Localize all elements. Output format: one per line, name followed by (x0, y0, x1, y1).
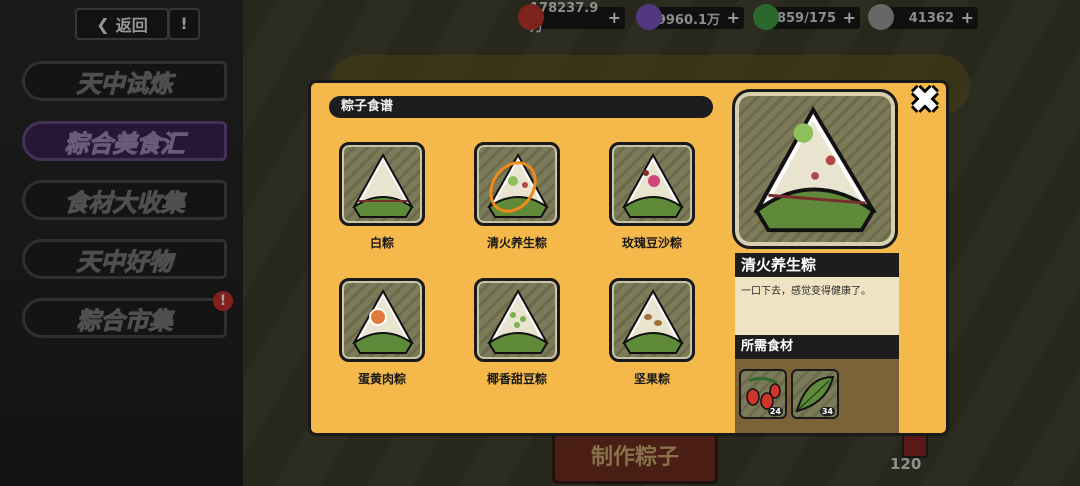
selected-recipe-preview (732, 89, 898, 249)
recipe-label: 玫瑰豆沙粽 (621, 236, 682, 250)
recipe-item-coconut-bean[interactable]: 椰香甜豆粽 (462, 278, 572, 387)
recipe-label: 坚果粽 (633, 372, 670, 386)
zongzi-plain-icon (352, 152, 414, 218)
ingredient-leaf[interactable]: 34 (791, 369, 839, 419)
recipe-item-rose[interactable]: 玫瑰豆沙粽 (597, 142, 707, 251)
zongzi-egg-yolk-icon (352, 288, 414, 354)
zongzi-herbal-large-icon (753, 105, 877, 233)
ingredients-title: 所需食材 (735, 335, 899, 359)
recipe-label: 蛋黄肉粽 (357, 372, 406, 386)
ingredient-count: 24 (767, 407, 783, 416)
recipe-frame (474, 278, 560, 362)
modal-title: 粽子食谱 (329, 96, 713, 118)
ingredient-goji[interactable]: 24 (739, 369, 787, 419)
recipe-item-egg-yolk-meat[interactable]: 蛋黄肉粽 (327, 278, 437, 387)
recipe-frame (339, 278, 425, 362)
close-icon[interactable]: ✖ (905, 83, 945, 119)
selected-recipe-description: 一口下去，感觉变得健康了。 (735, 277, 899, 335)
recipe-frame (339, 142, 425, 226)
zongzi-herbal-icon (487, 152, 549, 218)
recipe-item-herbal[interactable]: 清火养生粽 (462, 142, 572, 251)
recipe-frame (474, 142, 560, 226)
selected-recipe-name: 清火养生粽 (735, 253, 899, 277)
recipe-label: 清火养生粽 (486, 236, 547, 250)
zongzi-nut-icon (622, 288, 684, 354)
zongzi-rose-icon (622, 152, 684, 218)
recipe-label: 椰香甜豆粽 (486, 372, 547, 386)
recipe-frame (609, 278, 695, 362)
ingredient-count: 34 (819, 407, 835, 416)
recipe-label: 白粽 (369, 236, 394, 250)
recipe-frame (609, 142, 695, 226)
recipe-item-plain[interactable]: 白粽 (327, 142, 437, 251)
zongzi-coconut-bean-icon (487, 288, 549, 354)
recipe-item-nut[interactable]: 坚果粽 (597, 278, 707, 387)
